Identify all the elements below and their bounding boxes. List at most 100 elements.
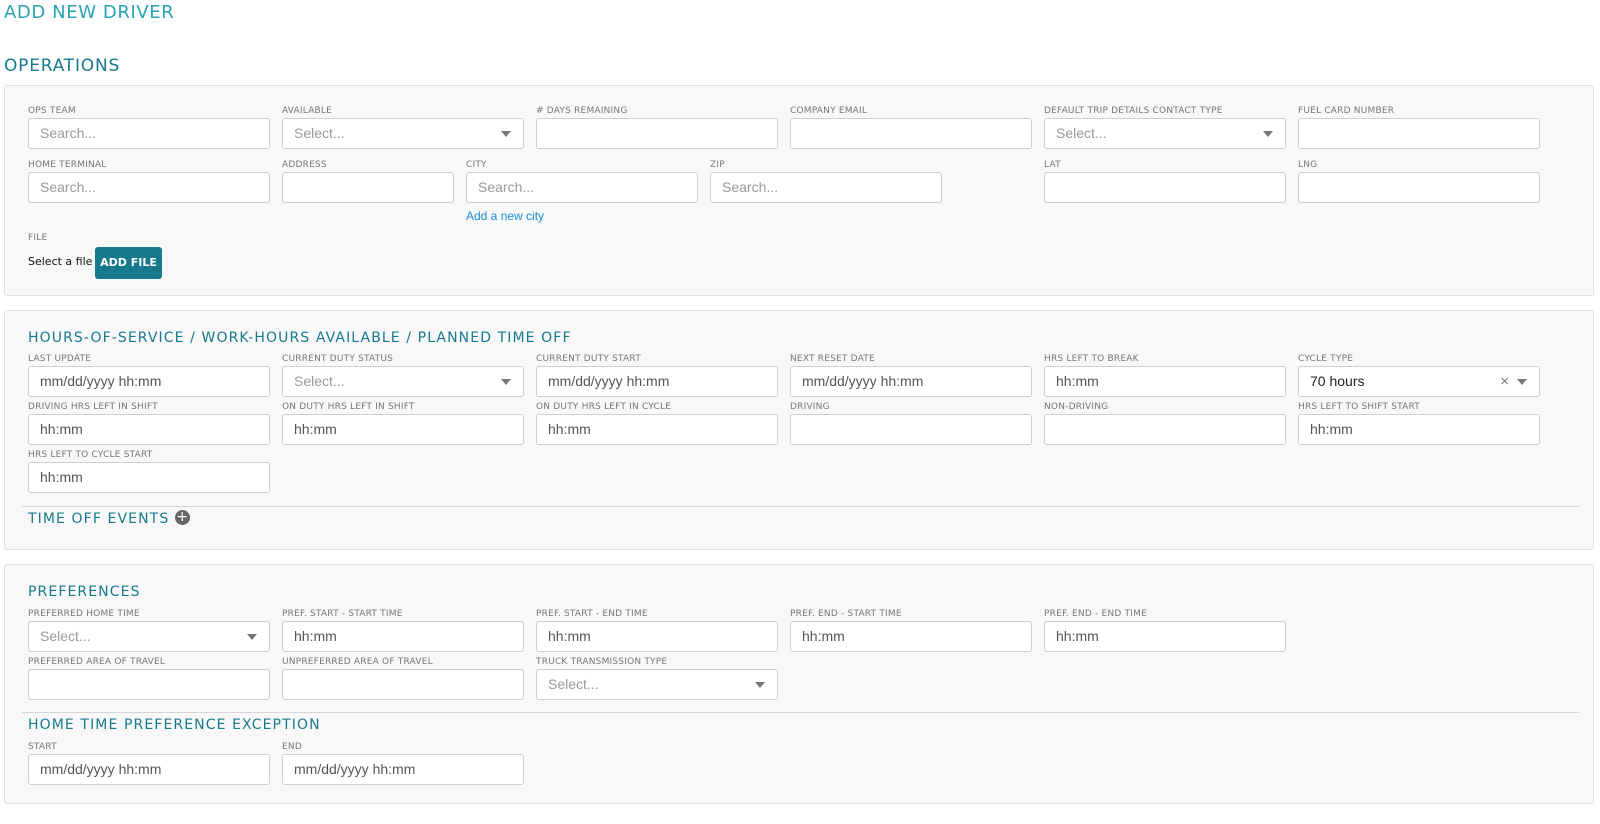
lng-label: LNG (1298, 160, 1318, 170)
non-driving-input[interactable] (1044, 414, 1286, 445)
fuel-card-label: FUEL CARD NUMBER (1298, 106, 1395, 116)
driving-input[interactable] (790, 414, 1032, 445)
preferred-area-label: PREFERRED AREA OF TRAVEL (28, 657, 166, 667)
select-file-text[interactable]: Select a file (28, 255, 92, 268)
file-field: FILE (28, 231, 148, 245)
exception-start-field: START mm/dd/yyyy hh:mm (28, 740, 270, 785)
cycle-type-select[interactable]: 70 hours × (1298, 366, 1540, 397)
ops-team-input[interactable]: Search... (28, 118, 270, 149)
driving-hrs-left-shift-field: DRIVING HRS LEFT IN SHIFT hh:mm (28, 400, 270, 445)
days-remaining-input[interactable] (536, 118, 778, 149)
company-email-label: COMPANY EMAIL (790, 106, 868, 116)
on-duty-hrs-left-shift-input[interactable]: hh:mm (282, 414, 524, 445)
unpreferred-area-field: UNPREFERRED AREA OF TRAVEL (282, 655, 524, 700)
company-email-field: COMPANY EMAIL (790, 104, 1032, 149)
current-duty-status-select[interactable]: Select... (282, 366, 524, 397)
lng-input[interactable] (1298, 172, 1540, 203)
pref-end-start-label: PREF. END - START TIME (790, 609, 902, 619)
lat-label: LAT (1044, 160, 1061, 170)
available-placeholder: Select... (294, 125, 345, 141)
preferred-area-input[interactable] (28, 669, 270, 700)
truck-transmission-select[interactable]: Select... (536, 669, 778, 700)
add-circle-icon[interactable]: + (175, 509, 191, 525)
city-input[interactable]: Search... (466, 172, 698, 203)
pref-end-end-input[interactable]: hh:mm (1044, 621, 1286, 652)
exception-divider (22, 712, 1579, 713)
pref-end-start-input[interactable]: hh:mm (790, 621, 1032, 652)
hrs-left-shift-start-label: HRS LEFT TO SHIFT START (1298, 402, 1420, 412)
hrs-left-to-break-field: HRS LEFT TO BREAK hh:mm (1044, 352, 1286, 397)
hrs-left-cycle-start-input[interactable]: hh:mm (28, 462, 270, 493)
driving-field: DRIVING (790, 400, 1032, 445)
preferred-home-time-placeholder: Select... (40, 628, 91, 644)
exception-end-label: END (282, 742, 302, 752)
page-title: ADD NEW DRIVER (4, 2, 175, 23)
chevron-down-icon (247, 634, 257, 640)
on-duty-hrs-left-shift-label: ON DUTY HRS LEFT IN SHIFT (282, 402, 415, 412)
time-off-divider (22, 506, 1579, 507)
add-file-button[interactable]: ADD FILE (95, 247, 162, 279)
ops-team-label: OPS TEAM (28, 106, 76, 116)
on-duty-hrs-left-cycle-field: ON DUTY HRS LEFT IN CYCLE hh:mm (536, 400, 778, 445)
exception-end-input[interactable]: mm/dd/yyyy hh:mm (282, 754, 524, 785)
exception-end-field: END mm/dd/yyyy hh:mm (282, 740, 524, 785)
unpreferred-area-input[interactable] (282, 669, 524, 700)
pref-start-start-input[interactable]: hh:mm (282, 621, 524, 652)
home-terminal-input[interactable]: Search... (28, 172, 270, 203)
truck-transmission-label: TRUCK TRANSMISSION TYPE (536, 657, 668, 667)
home-time-exception-heading: HOME TIME PREFERENCE EXCEPTION (28, 717, 321, 733)
cycle-type-value: 70 hours (1310, 373, 1365, 389)
hrs-left-cycle-start-field: HRS LEFT TO CYCLE START hh:mm (28, 448, 270, 493)
add-new-city-link[interactable]: Add a new city (466, 209, 544, 223)
city-label: CITY (466, 160, 487, 170)
current-duty-status-placeholder: Select... (294, 373, 345, 389)
current-duty-status-field: CURRENT DUTY STATUS Select... (282, 352, 524, 397)
pref-end-start-field: PREF. END - START TIME hh:mm (790, 607, 1032, 652)
default-trip-contact-select[interactable]: Select... (1044, 118, 1286, 149)
preferred-home-time-select[interactable]: Select... (28, 621, 270, 652)
available-field: AVAILABLE Select... (282, 104, 524, 149)
available-select[interactable]: Select... (282, 118, 524, 149)
driving-label: DRIVING (790, 402, 830, 412)
on-duty-hrs-left-cycle-label: ON DUTY HRS LEFT IN CYCLE (536, 402, 672, 412)
truck-transmission-placeholder: Select... (548, 676, 599, 692)
days-remaining-field: # DAYS REMAINING (536, 104, 778, 149)
default-trip-contact-label: DEFAULT TRIP DETAILS CONTACT TYPE (1044, 106, 1223, 116)
on-duty-hrs-left-shift-field: ON DUTY HRS LEFT IN SHIFT hh:mm (282, 400, 524, 445)
cycle-type-field: CYCLE TYPE 70 hours × (1298, 352, 1540, 397)
driving-hrs-left-shift-label: DRIVING HRS LEFT IN SHIFT (28, 402, 158, 412)
address-input[interactable] (282, 172, 454, 203)
next-reset-date-input[interactable]: mm/dd/yyyy hh:mm (790, 366, 1032, 397)
exception-start-input[interactable]: mm/dd/yyyy hh:mm (28, 754, 270, 785)
current-duty-start-input[interactable]: mm/dd/yyyy hh:mm (536, 366, 778, 397)
driving-hrs-left-shift-input[interactable]: hh:mm (28, 414, 270, 445)
clear-icon[interactable]: × (1500, 367, 1509, 396)
current-duty-start-field: CURRENT DUTY START mm/dd/yyyy hh:mm (536, 352, 778, 397)
default-trip-contact-placeholder: Select... (1056, 125, 1107, 141)
hrs-left-to-break-input[interactable]: hh:mm (1044, 366, 1286, 397)
pref-start-start-field: PREF. START - START TIME hh:mm (282, 607, 524, 652)
pref-start-end-field: PREF. START - END TIME hh:mm (536, 607, 778, 652)
zip-input[interactable]: Search... (710, 172, 942, 203)
preferred-home-time-field: PREFERRED HOME TIME Select... (28, 607, 270, 652)
pref-start-end-input[interactable]: hh:mm (536, 621, 778, 652)
fuel-card-input[interactable] (1298, 118, 1540, 149)
address-field: ADDRESS (282, 158, 454, 203)
default-trip-contact-field: DEFAULT TRIP DETAILS CONTACT TYPE Select… (1044, 104, 1286, 149)
home-terminal-label: HOME TERMINAL (28, 160, 107, 170)
chevron-down-icon (1263, 131, 1273, 137)
last-update-input[interactable]: mm/dd/yyyy hh:mm (28, 366, 270, 397)
city-field: CITY Search... (466, 158, 698, 203)
company-email-input[interactable] (790, 118, 1032, 149)
operations-heading: OPERATIONS (4, 56, 121, 76)
pref-start-end-label: PREF. START - END TIME (536, 609, 648, 619)
address-label: ADDRESS (282, 160, 327, 170)
time-off-heading-text: TIME OFF EVENTS (28, 511, 170, 527)
chevron-down-icon (1517, 379, 1527, 385)
current-duty-status-label: CURRENT DUTY STATUS (282, 354, 394, 364)
chevron-down-icon (501, 379, 511, 385)
lat-input[interactable] (1044, 172, 1286, 203)
on-duty-hrs-left-cycle-input[interactable]: hh:mm (536, 414, 778, 445)
available-label: AVAILABLE (282, 106, 333, 116)
hrs-left-shift-start-input[interactable]: hh:mm (1298, 414, 1540, 445)
